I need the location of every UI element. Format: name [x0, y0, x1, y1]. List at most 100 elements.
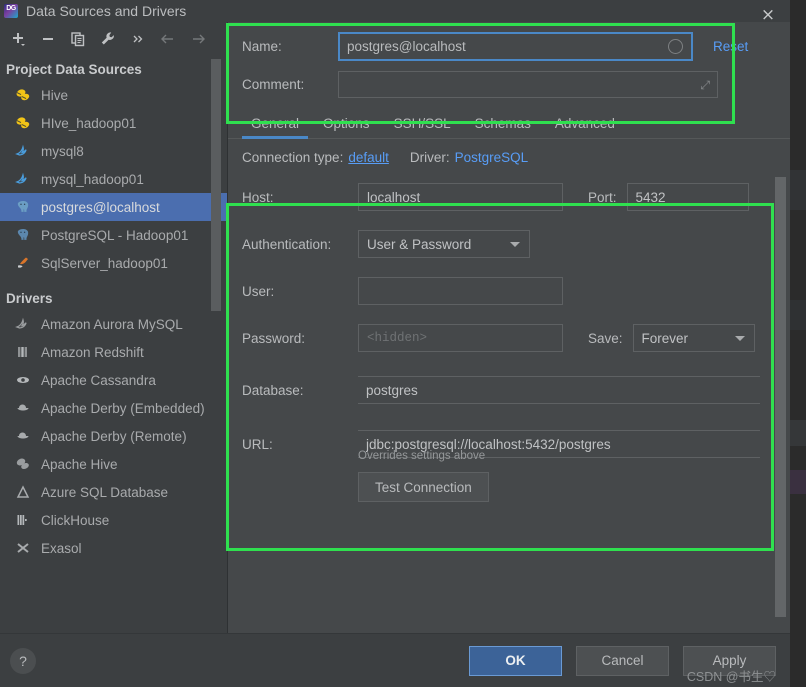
chevron-down-icon: [734, 336, 745, 341]
chevron-down-icon: [510, 242, 520, 247]
properties-button[interactable]: [94, 26, 122, 52]
sidebar-item-label: Hive: [41, 87, 69, 103]
database-row: Database:: [242, 376, 790, 404]
copy-icon: [71, 32, 85, 47]
settings-tabs: General Options SSH/SSL Schemas Advanced: [228, 108, 790, 139]
save-select[interactable]: Forever: [632, 324, 755, 352]
cancel-button[interactable]: Cancel: [576, 645, 669, 676]
comment-label: Comment:: [242, 77, 305, 92]
sidebar-item-sqlserver-hadoop01[interactable]: SqlServer_hadoop01: [0, 249, 227, 277]
port-input[interactable]: [626, 183, 749, 211]
host-input[interactable]: [358, 183, 563, 211]
clickhouse-icon: [14, 513, 32, 527]
sidebar-item-apache-hive[interactable]: Apache Hive: [0, 450, 227, 478]
sidebar-item-hive-hadoop01[interactable]: HIve_hadoop01: [0, 109, 227, 137]
remove-button[interactable]: [34, 26, 62, 52]
test-connection-button[interactable]: Test Connection: [358, 472, 489, 502]
sidebar-group-title: Project Data Sources: [6, 62, 142, 77]
sidebar-item-amazon-aurora-mysql[interactable]: Amazon Aurora MySQL: [0, 310, 227, 338]
sidebar-item-label: Amazon Aurora MySQL: [41, 316, 183, 332]
general-form: Host: Port: Authentication: User & Passw…: [228, 175, 790, 502]
hive-icon: [14, 457, 32, 471]
authentication-select[interactable]: User & Password: [358, 230, 530, 258]
host-label: Host:: [242, 189, 274, 205]
sidebar-list[interactable]: Project Data Sources Hive HIve_hadoop01: [0, 56, 227, 633]
sidebar-item-label: HIve_hadoop01: [41, 115, 137, 131]
dialog-footer: ? OK Cancel Apply CSDN @书生♡: [0, 633, 790, 687]
sidebar-item-apache-cassandra[interactable]: Apache Cassandra: [0, 366, 227, 394]
apply-button[interactable]: Apply: [683, 645, 776, 676]
name-input[interactable]: [338, 32, 693, 61]
redshift-icon: [14, 345, 32, 359]
data-sources-dialog: Data Sources and Drivers ×: [0, 0, 790, 687]
tab-options[interactable]: Options: [314, 116, 379, 138]
sidebar-item-apache-derby-remote[interactable]: Apache Derby (Remote): [0, 422, 227, 450]
connection-type-value[interactable]: default: [348, 150, 389, 165]
copy-button[interactable]: [64, 26, 92, 52]
sidebar-item-label: Apache Derby (Remote): [41, 428, 187, 444]
sidebar-item-clickhouse[interactable]: ClickHouse: [0, 506, 227, 534]
sidebar-item-apache-derby-embedded[interactable]: Apache Derby (Embedded): [0, 394, 227, 422]
cassandra-icon: [14, 373, 32, 387]
help-button[interactable]: ?: [10, 647, 36, 674]
sidebar-scrollbar[interactable]: [211, 59, 221, 311]
user-input[interactable]: [358, 277, 563, 305]
back-button[interactable]: [154, 26, 182, 52]
database-input[interactable]: [358, 376, 760, 404]
sidebar-group-title: Drivers: [6, 291, 53, 306]
user-label: User:: [242, 283, 275, 299]
sidebar-item-label: ClickHouse: [41, 512, 110, 528]
database-label: Database:: [242, 382, 304, 398]
tab-schemas[interactable]: Schemas: [466, 116, 540, 138]
authentication-value: User & Password: [367, 236, 472, 252]
chevron-double-right-icon: [133, 35, 143, 43]
sidebar-item-mysql-hadoop01[interactable]: mysql_hadoop01: [0, 165, 227, 193]
url-row: URL:: [242, 430, 790, 458]
mysql-icon: [14, 317, 32, 331]
tab-advanced[interactable]: Advanced: [546, 116, 624, 138]
comment-row: Comment: ⤢: [242, 71, 790, 98]
sidebar-item-label: mysql_hadoop01: [41, 171, 144, 187]
sidebar-item-postgres-localhost[interactable]: postgres@localhost: [0, 193, 227, 221]
content-scrollbar[interactable]: [775, 177, 786, 617]
tab-ssh-ssl[interactable]: SSH/SSL: [385, 116, 460, 138]
azure-icon: [14, 485, 32, 499]
title-bar: Data Sources and Drivers: [0, 0, 790, 22]
name-label: Name:: [242, 39, 282, 54]
plus-icon: [13, 33, 25, 46]
sidebar-item-mysql8[interactable]: mysql8: [0, 137, 227, 165]
sidebar-item-label: Apache Hive: [41, 456, 118, 472]
add-button[interactable]: [4, 26, 32, 52]
hive-icon: [14, 116, 32, 130]
comment-input[interactable]: [338, 71, 718, 98]
port-label: Port:: [588, 189, 617, 205]
sidebar-item-label: SqlServer_hadoop01: [41, 255, 168, 271]
sidebar-item-label: postgres@localhost: [41, 199, 160, 215]
exasol-icon: [14, 541, 32, 555]
driver-label: Driver:: [409, 150, 450, 165]
screen: Data Sources and Drivers ×: [0, 0, 806, 687]
sidebar-item-postgresql-hadoop01[interactable]: PostgreSQL - Hadoop01: [0, 221, 227, 249]
wrench-icon: [101, 32, 114, 45]
tab-general[interactable]: General: [242, 116, 309, 139]
url-label: URL:: [242, 436, 273, 452]
sidebar-item-exasol[interactable]: Exasol: [0, 534, 227, 562]
password-label: Password:: [242, 330, 306, 346]
more-button[interactable]: [124, 26, 152, 52]
ok-button[interactable]: OK: [469, 645, 562, 676]
postgres-icon: [14, 228, 32, 242]
dialog-body: Project Data Sources Hive HIve_hadoop01: [0, 22, 790, 633]
arrow-right-icon: [193, 34, 205, 44]
reset-link[interactable]: Reset: [713, 39, 748, 54]
sidebar-item-label: Apache Derby (Embedded): [41, 400, 205, 416]
window-title: Data Sources and Drivers: [26, 3, 187, 19]
sidebar-item-azure-sql-database[interactable]: Azure SQL Database: [0, 478, 227, 506]
editor-backdrop: [790, 0, 806, 687]
driver-value[interactable]: PostgreSQL: [455, 150, 529, 165]
arrow-left-icon: [161, 34, 173, 44]
password-input[interactable]: [358, 324, 563, 352]
sidebar-item-amazon-redshift[interactable]: Amazon Redshift: [0, 338, 227, 366]
comment-input-wrapper: ⤢: [338, 71, 718, 98]
sidebar-item-hive[interactable]: Hive: [0, 81, 227, 109]
forward-button[interactable]: [184, 26, 212, 52]
